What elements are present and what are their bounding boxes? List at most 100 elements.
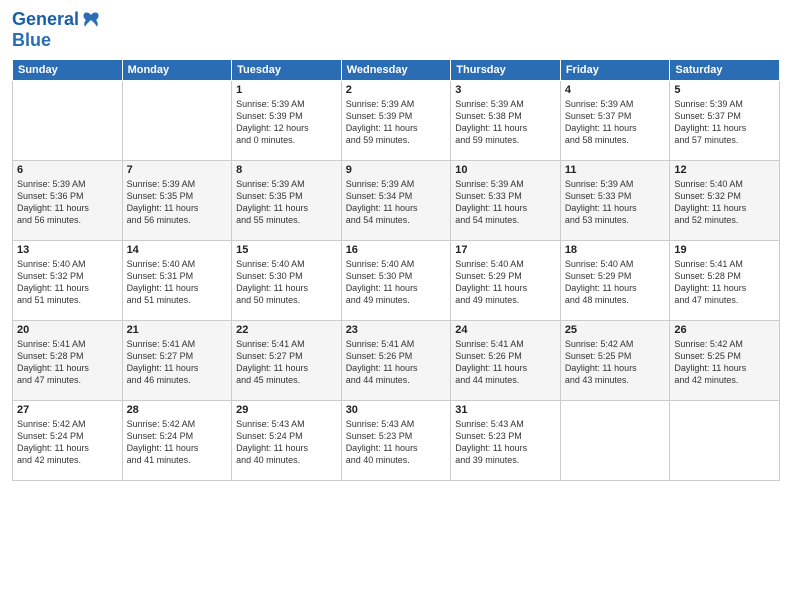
day-number: 27 — [17, 404, 118, 416]
calendar-cell: 19 Sunrise: 5:41 AM Sunset: 5:28 PM Dayli… — [670, 241, 780, 321]
day-info: Sunrise: 5:39 AM Sunset: 5:39 PM Dayligh… — [346, 98, 447, 147]
calendar-cell: 20Sunrise: 5:41 AM Sunset: 5:28 PM Dayli… — [13, 321, 123, 401]
calendar-cell: 18 Sunrise: 5:40 AM Sunset: 5:29 PM Dayli… — [560, 241, 670, 321]
day-info: Sunrise: 5:39 AM Sunset: 5:33 PM Dayligh… — [455, 178, 556, 227]
calendar-week-row: 6 Sunrise: 5:39 AM Sunset: 5:36 PM Daylig… — [13, 161, 780, 241]
day-info: Sunrise: 5:39 AM Sunset: 5:35 PM Dayligh… — [236, 178, 337, 227]
day-number: 2 — [346, 84, 447, 96]
calendar-cell: 30Sunrise: 5:43 AM Sunset: 5:23 PM Dayli… — [341, 401, 451, 481]
day-number: 9 — [346, 164, 447, 176]
weekday-header-thursday: Thursday — [451, 60, 561, 81]
day-info: Sunrise: 5:40 AM Sunset: 5:29 PM Dayligh… — [455, 258, 556, 307]
calendar-cell: 10Sunrise: 5:39 AM Sunset: 5:33 PM Dayli… — [451, 161, 561, 241]
day-info: Sunrise: 5:42 AM Sunset: 5:25 PM Dayligh… — [674, 338, 775, 387]
calendar-cell: 3Sunrise: 5:39 AM Sunset: 5:38 PM Daylig… — [451, 81, 561, 161]
day-info: Sunrise: 5:40 AM Sunset: 5:30 PM Dayligh… — [236, 258, 337, 307]
calendar-cell — [122, 81, 232, 161]
day-info: Sunrise: 5:39 AM Sunset: 5:38 PM Dayligh… — [455, 98, 556, 147]
calendar-cell: 23 Sunrise: 5:41 AM Sunset: 5:26 PM Dayli… — [341, 321, 451, 401]
calendar-week-row: 27 Sunrise: 5:42 AM Sunset: 5:24 PM Dayli… — [13, 401, 780, 481]
calendar-cell: 7Sunrise: 5:39 AM Sunset: 5:35 PM Daylig… — [122, 161, 232, 241]
day-info: Sunrise: 5:43 AM Sunset: 5:23 PM Dayligh… — [346, 418, 447, 467]
day-number: 18 — [565, 244, 666, 256]
calendar-week-row: 13Sunrise: 5:40 AM Sunset: 5:32 PM Dayli… — [13, 241, 780, 321]
day-info: Sunrise: 5:42 AM Sunset: 5:24 PM Dayligh… — [17, 418, 118, 467]
day-info: Sunrise: 5:40 AM Sunset: 5:30 PM Dayligh… — [346, 258, 447, 307]
calendar-cell: 16 Sunrise: 5:40 AM Sunset: 5:30 PM Dayli… — [341, 241, 451, 321]
calendar-cell: 15 Sunrise: 5:40 AM Sunset: 5:30 PM Dayli… — [232, 241, 342, 321]
calendar-cell: 27 Sunrise: 5:42 AM Sunset: 5:24 PM Dayli… — [13, 401, 123, 481]
day-info: Sunrise: 5:39 AM Sunset: 5:35 PM Dayligh… — [127, 178, 228, 227]
day-info: Sunrise: 5:42 AM Sunset: 5:25 PM Dayligh… — [565, 338, 666, 387]
calendar-cell: 2 Sunrise: 5:39 AM Sunset: 5:39 PM Daylig… — [341, 81, 451, 161]
day-number: 26 — [674, 324, 775, 336]
day-info: Sunrise: 5:40 AM Sunset: 5:32 PM Dayligh… — [674, 178, 775, 227]
calendar-table: SundayMondayTuesdayWednesdayThursdayFrid… — [12, 59, 780, 481]
day-number: 6 — [17, 164, 118, 176]
calendar-cell: 29 Sunrise: 5:43 AM Sunset: 5:24 PM Dayli… — [232, 401, 342, 481]
day-number: 24 — [455, 324, 556, 336]
calendar-cell: 8 Sunrise: 5:39 AM Sunset: 5:35 PM Daylig… — [232, 161, 342, 241]
day-number: 17 — [455, 244, 556, 256]
calendar-cell: 5 Sunrise: 5:39 AM Sunset: 5:37 PM Daylig… — [670, 81, 780, 161]
calendar-cell: 31 Sunrise: 5:43 AM Sunset: 5:23 PM Dayli… — [451, 401, 561, 481]
calendar-week-row: 1 Sunrise: 5:39 AM Sunset: 5:39 PM Daylig… — [13, 81, 780, 161]
day-number: 1 — [236, 84, 337, 96]
calendar-cell: 25 Sunrise: 5:42 AM Sunset: 5:25 PM Dayli… — [560, 321, 670, 401]
calendar-week-row: 20Sunrise: 5:41 AM Sunset: 5:28 PM Dayli… — [13, 321, 780, 401]
calendar-cell — [13, 81, 123, 161]
calendar-header-row: SundayMondayTuesdayWednesdayThursdayFrid… — [13, 60, 780, 81]
weekday-header-friday: Friday — [560, 60, 670, 81]
day-info: Sunrise: 5:40 AM Sunset: 5:31 PM Dayligh… — [127, 258, 228, 307]
calendar-cell: 13Sunrise: 5:40 AM Sunset: 5:32 PM Dayli… — [13, 241, 123, 321]
day-info: Sunrise: 5:40 AM Sunset: 5:29 PM Dayligh… — [565, 258, 666, 307]
day-info: Sunrise: 5:43 AM Sunset: 5:24 PM Dayligh… — [236, 418, 337, 467]
day-number: 31 — [455, 404, 556, 416]
day-number: 16 — [346, 244, 447, 256]
logo: General Blue — [12, 10, 101, 51]
calendar-cell: 4 Sunrise: 5:39 AM Sunset: 5:37 PM Daylig… — [560, 81, 670, 161]
day-number: 5 — [674, 84, 775, 96]
day-number: 28 — [127, 404, 228, 416]
logo-text: General — [12, 10, 79, 30]
day-number: 25 — [565, 324, 666, 336]
day-number: 12 — [674, 164, 775, 176]
day-number: 29 — [236, 404, 337, 416]
day-number: 8 — [236, 164, 337, 176]
calendar-cell: 22 Sunrise: 5:41 AM Sunset: 5:27 PM Dayli… — [232, 321, 342, 401]
page-container: General Blue SundayMondayTuesdayWednesda… — [0, 0, 792, 612]
day-info: Sunrise: 5:41 AM Sunset: 5:27 PM Dayligh… — [127, 338, 228, 387]
day-info: Sunrise: 5:39 AM Sunset: 5:37 PM Dayligh… — [674, 98, 775, 147]
calendar-cell: 1 Sunrise: 5:39 AM Sunset: 5:39 PM Daylig… — [232, 81, 342, 161]
day-info: Sunrise: 5:41 AM Sunset: 5:27 PM Dayligh… — [236, 338, 337, 387]
calendar-cell: 6 Sunrise: 5:39 AM Sunset: 5:36 PM Daylig… — [13, 161, 123, 241]
day-info: Sunrise: 5:43 AM Sunset: 5:23 PM Dayligh… — [455, 418, 556, 467]
day-number: 19 — [674, 244, 775, 256]
logo-line2: Blue — [12, 30, 101, 51]
day-number: 21 — [127, 324, 228, 336]
day-number: 14 — [127, 244, 228, 256]
calendar-cell — [560, 401, 670, 481]
day-info: Sunrise: 5:41 AM Sunset: 5:28 PM Dayligh… — [674, 258, 775, 307]
day-number: 22 — [236, 324, 337, 336]
calendar-cell: 12 Sunrise: 5:40 AM Sunset: 5:32 PM Dayli… — [670, 161, 780, 241]
day-info: Sunrise: 5:41 AM Sunset: 5:26 PM Dayligh… — [455, 338, 556, 387]
logo-bird-icon — [81, 10, 101, 30]
weekday-header-sunday: Sunday — [13, 60, 123, 81]
day-number: 11 — [565, 164, 666, 176]
calendar-cell: 9 Sunrise: 5:39 AM Sunset: 5:34 PM Daylig… — [341, 161, 451, 241]
calendar-cell: 14 Sunrise: 5:40 AM Sunset: 5:31 PM Dayli… — [122, 241, 232, 321]
day-info: Sunrise: 5:41 AM Sunset: 5:28 PM Dayligh… — [17, 338, 118, 387]
calendar-cell: 17 Sunrise: 5:40 AM Sunset: 5:29 PM Dayli… — [451, 241, 561, 321]
day-number: 4 — [565, 84, 666, 96]
day-number: 15 — [236, 244, 337, 256]
day-info: Sunrise: 5:39 AM Sunset: 5:39 PM Dayligh… — [236, 98, 337, 147]
day-info: Sunrise: 5:42 AM Sunset: 5:24 PM Dayligh… — [127, 418, 228, 467]
day-info: Sunrise: 5:39 AM Sunset: 5:34 PM Dayligh… — [346, 178, 447, 227]
day-number: 23 — [346, 324, 447, 336]
weekday-header-saturday: Saturday — [670, 60, 780, 81]
day-info: Sunrise: 5:39 AM Sunset: 5:37 PM Dayligh… — [565, 98, 666, 147]
day-info: Sunrise: 5:39 AM Sunset: 5:36 PM Dayligh… — [17, 178, 118, 227]
day-info: Sunrise: 5:41 AM Sunset: 5:26 PM Dayligh… — [346, 338, 447, 387]
calendar-cell: 26 Sunrise: 5:42 AM Sunset: 5:25 PM Dayli… — [670, 321, 780, 401]
